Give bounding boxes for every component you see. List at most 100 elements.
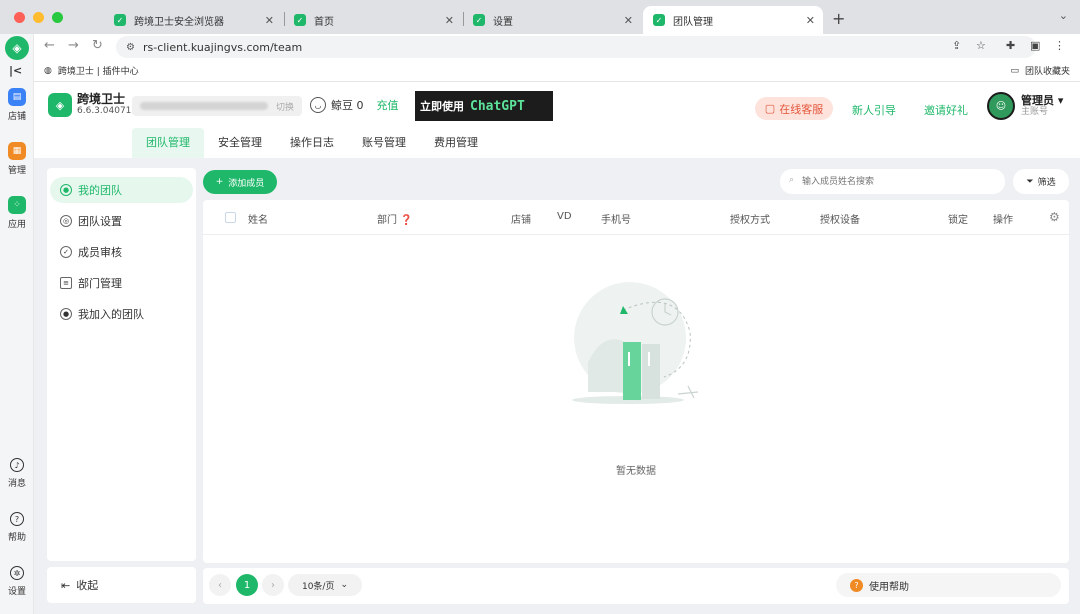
maximize-window-button[interactable]: [52, 12, 63, 23]
manage-icon: ▦: [8, 142, 26, 160]
switch-account-button[interactable]: 切换: [276, 100, 294, 113]
browser-tab-1[interactable]: ✓ 跨境卫士安全浏览器 ✕: [104, 6, 282, 34]
bell-icon: ♪: [10, 458, 24, 472]
tab-account-management[interactable]: 账号管理: [348, 128, 420, 158]
collapse-rail-icon[interactable]: |<: [9, 64, 22, 77]
table-header: 姓名 部门 ❓ 店铺 VD 手机号 授权方式 授权设备 锁定 操作 ⚙: [203, 200, 1069, 235]
menu-icon[interactable]: ⋮: [1054, 39, 1065, 52]
blurred-account-id: [140, 102, 268, 110]
tab-team-management[interactable]: 团队管理: [132, 128, 204, 158]
invite-link[interactable]: 邀请好礼: [924, 102, 968, 118]
col-vd: VD: [557, 211, 572, 222]
tab-operation-log[interactable]: 操作日志: [276, 128, 348, 158]
browser-tab-3[interactable]: ✓ 设置 ✕: [463, 6, 641, 34]
promo-brand: ChatGPT: [470, 98, 525, 114]
beans-label: 鲸豆 0: [331, 99, 364, 112]
rail-item-settings[interactable]: ✲ 设置: [0, 566, 34, 597]
rail-item-store[interactable]: ▤ 店铺: [0, 88, 34, 122]
tab-billing-management[interactable]: 费用管理: [420, 128, 492, 158]
question-icon[interactable]: ❓: [400, 215, 412, 226]
service-label: 在线客服: [779, 102, 824, 116]
browser-tab-bar: ✓ 跨境卫士安全浏览器 ✕ ✓ 首页 ✕ ✓ 设置 ✕ ✓ 团队管理 ✕ + ⌄: [0, 0, 1080, 34]
prev-page-icon[interactable]: ‹: [209, 574, 231, 596]
pagination: ‹ 1 › 10条/页 ⌄ ? 使用帮助: [203, 568, 1069, 604]
account-selector[interactable]: 切换: [132, 96, 302, 116]
user-sub: 主账号: [1021, 107, 1049, 117]
version-text: 6.6.3.04071: [77, 106, 132, 116]
back-icon[interactable]: ←: [44, 38, 55, 53]
close-window-button[interactable]: [14, 12, 25, 23]
sidebar-item-my-team[interactable]: ● 我的团队: [50, 177, 193, 203]
collapse-sidebar-button[interactable]: ⇤ 收起: [47, 567, 196, 603]
newbie-guide-link[interactable]: 新人引导: [852, 102, 896, 118]
member-search-input[interactable]: [780, 169, 1005, 194]
page-size-label: 10条/页: [301, 581, 335, 592]
recharge-link[interactable]: 充值: [377, 97, 399, 113]
settings-icon: ◎: [60, 215, 72, 227]
shield-favicon-icon: ✓: [114, 14, 126, 26]
share-icon[interactable]: ⇪: [952, 39, 961, 52]
user-menu[interactable]: ☺ 管理员 ▾ 主账号: [987, 92, 1063, 120]
page-current[interactable]: 1: [236, 574, 258, 596]
chatgpt-promo-banner[interactable]: 立即使用 ChatGPT: [415, 91, 553, 121]
url-field[interactable]: ⚙ rs-client.kuajingvs.com/team: [116, 36, 1036, 58]
col-lock: 锁定: [948, 215, 968, 226]
rail-item-messages[interactable]: ♪ 消息: [0, 458, 34, 489]
rail-item-help[interactable]: ? 帮助: [0, 512, 34, 543]
column-settings-icon[interactable]: ⚙: [1049, 210, 1060, 224]
shield-logo-icon[interactable]: ◈: [5, 36, 29, 60]
beans-balance: ◡ 鲸豆 0 充值: [310, 97, 399, 113]
star-icon[interactable]: ☆: [976, 39, 986, 52]
promo-text: 立即使用: [420, 100, 464, 113]
col-store: 店铺: [511, 215, 531, 226]
sidebar-item-joined-teams[interactable]: ● 我加入的团队: [50, 301, 193, 327]
new-tab-icon[interactable]: +: [832, 9, 845, 28]
next-page-icon[interactable]: ›: [262, 574, 284, 596]
select-all-checkbox[interactable]: [225, 212, 236, 223]
clipboard-icon: ≡: [60, 277, 72, 289]
usage-help-button[interactable]: ? 使用帮助: [836, 573, 1061, 597]
close-tab-icon[interactable]: ✕: [624, 14, 633, 27]
sidebar-item-team-settings[interactable]: ◎ 团队设置: [50, 208, 193, 234]
sidepanel-icon[interactable]: ▣: [1030, 39, 1040, 52]
store-icon: ▤: [8, 88, 26, 106]
plus-icon: +: [215, 177, 224, 187]
folder-icon: ▭: [1010, 65, 1019, 76]
chevron-down-icon[interactable]: ⌄: [1059, 9, 1068, 22]
gear-icon: ✲: [10, 566, 24, 580]
page-size-select[interactable]: 10条/页 ⌄: [288, 574, 362, 596]
bookmark-plugin-center[interactable]: ◍ 跨境卫士 | 插件中心: [44, 64, 139, 78]
rail-item-apps[interactable]: ⁘ 应用: [0, 196, 34, 230]
avatar: ☺: [987, 92, 1015, 120]
bookmark-team-favorites[interactable]: ▭ 团队收藏夹: [1010, 64, 1070, 78]
globe-icon: ◍: [44, 65, 52, 76]
help-icon: ?: [850, 578, 863, 592]
forward-icon[interactable]: →: [68, 38, 79, 53]
window-controls[interactable]: [14, 12, 63, 23]
sidebar-item-departments[interactable]: ≡ 部门管理: [50, 270, 193, 296]
brand-name: 跨境卫士: [77, 92, 126, 106]
rail-item-manage[interactable]: ▦ 管理: [0, 142, 34, 176]
rail-label: 消息: [7, 479, 26, 489]
extensions-icon[interactable]: ✚: [1006, 39, 1015, 52]
reload-icon[interactable]: ↻: [92, 38, 103, 53]
browser-tab-2[interactable]: ✓ 首页 ✕: [284, 6, 462, 34]
filter-button[interactable]: ⏷ 筛选: [1013, 169, 1069, 194]
chat-icon: ▢: [764, 102, 776, 115]
online-service-button[interactable]: ▢ 在线客服: [755, 97, 833, 120]
sidebar-item-member-review[interactable]: ✓ 成员审核: [50, 239, 193, 265]
rail-label: 设置: [7, 587, 26, 597]
browser-tab-4[interactable]: ✓ 团队管理 ✕: [643, 6, 823, 34]
bookmark-label: 团队收藏夹: [1024, 67, 1070, 77]
minimize-window-button[interactable]: [33, 12, 44, 23]
add-member-button[interactable]: + 添加成员: [203, 170, 277, 194]
close-tab-icon[interactable]: ✕: [265, 14, 274, 27]
apps-icon: ⁘: [8, 196, 26, 214]
tab-security-management[interactable]: 安全管理: [204, 128, 276, 158]
close-tab-icon[interactable]: ✕: [445, 14, 454, 27]
col-auth-device: 授权设备: [820, 215, 860, 226]
filter-icon: ⏷: [1026, 176, 1034, 187]
col-department: 部门 ❓: [377, 211, 413, 226]
close-tab-icon[interactable]: ✕: [806, 14, 815, 27]
site-settings-icon[interactable]: ⚙: [126, 42, 135, 53]
